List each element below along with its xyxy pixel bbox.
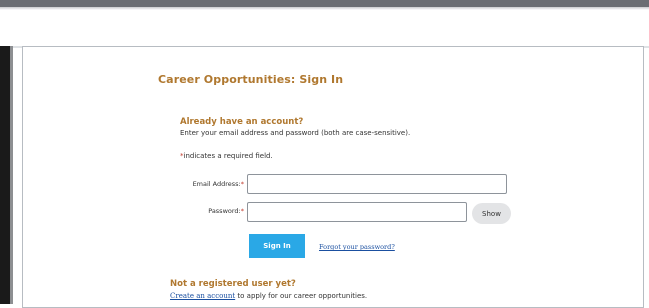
existing-account-heading: Already have an account? (180, 117, 304, 127)
signin-instructions: Enter your email address and password (b… (180, 129, 411, 137)
left-edge-border (10, 46, 13, 304)
sign-in-button[interactable]: Sign In (249, 234, 305, 258)
required-note-text: indicates a required field. (183, 152, 273, 160)
email-label-text: Email Address: (192, 180, 241, 188)
show-password-button[interactable]: Show (472, 203, 511, 224)
register-heading: Not a registered user yet? (170, 279, 296, 289)
forgot-password-link[interactable]: Forgot your password? (319, 243, 395, 251)
password-label-text: Password: (208, 207, 241, 215)
password-label: Password:* (180, 207, 244, 215)
email-field[interactable] (247, 174, 507, 194)
password-field[interactable] (247, 202, 467, 222)
register-suffix: to apply for our career opportunities. (235, 292, 368, 300)
email-label: Email Address:* (180, 180, 244, 188)
create-account-link[interactable]: Create an account (170, 292, 235, 300)
page-title: Career Opportunities: Sign In (158, 73, 344, 86)
email-required-star: * (240, 180, 244, 188)
left-edge-dark (0, 46, 10, 304)
required-field-note: *indicates a required field. (180, 152, 273, 160)
password-required-star: * (240, 207, 244, 215)
top-bar-shadow (0, 7, 649, 10)
window-top-bar (0, 0, 649, 7)
register-line: Create an account to apply for our caree… (170, 292, 367, 300)
